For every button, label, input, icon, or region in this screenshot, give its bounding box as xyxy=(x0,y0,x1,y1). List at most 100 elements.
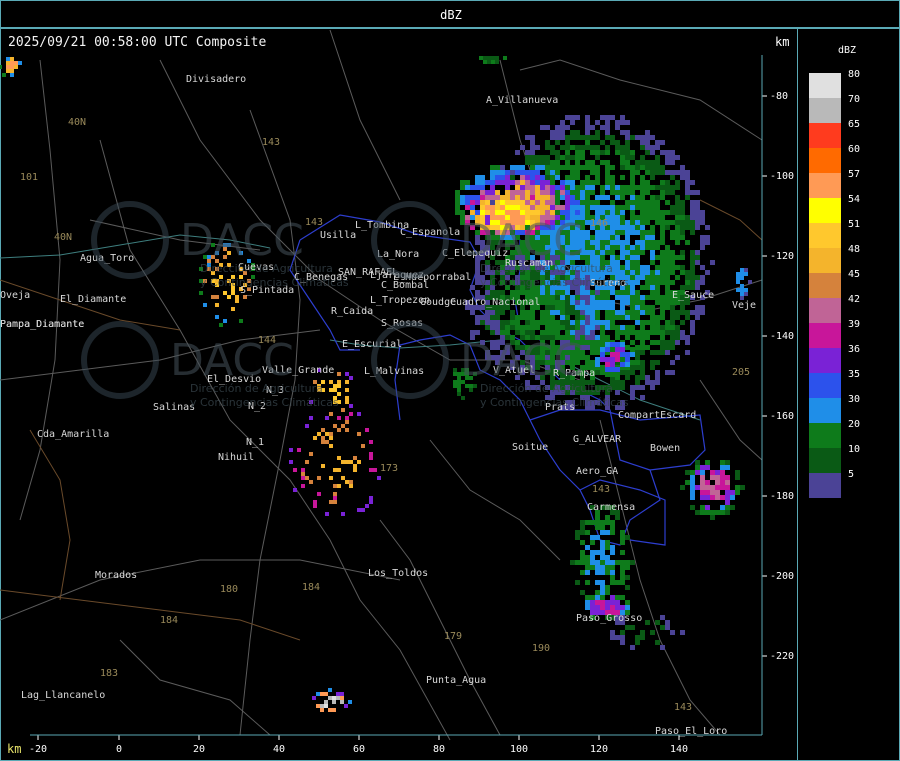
echo-cell xyxy=(341,408,345,412)
echo-cell xyxy=(695,215,700,220)
echo-cell xyxy=(475,290,480,295)
echo-cell xyxy=(645,280,650,285)
echo-cell xyxy=(545,165,550,170)
echo-cell xyxy=(520,145,525,150)
echo-cell xyxy=(620,565,625,570)
echo-cell xyxy=(630,185,635,190)
echo-cell xyxy=(625,200,630,205)
place-label: Pampa_Diamante xyxy=(0,319,84,330)
echo-cell xyxy=(610,220,615,225)
echo-cell xyxy=(640,265,645,270)
echo-cell xyxy=(700,215,705,220)
echo-cell xyxy=(369,452,373,456)
echo-cell xyxy=(630,395,635,400)
echo-cell xyxy=(700,240,705,245)
echo-cell xyxy=(570,115,575,120)
echo-cell xyxy=(231,307,235,311)
legend-swatch-10 xyxy=(809,448,841,473)
echo-cell xyxy=(490,320,495,325)
echo-cell xyxy=(510,315,515,320)
echo-cell xyxy=(595,300,600,305)
echo-cell xyxy=(545,180,550,185)
legend-swatch-5 xyxy=(809,473,841,498)
echo-cell xyxy=(595,570,600,575)
echo-cell xyxy=(600,525,605,530)
echo-cell xyxy=(670,190,675,195)
echo-cell xyxy=(550,170,555,175)
echo-cell xyxy=(610,362,615,367)
echo-cell xyxy=(610,290,615,295)
echo-cell xyxy=(660,350,665,355)
echo-cell xyxy=(570,145,575,150)
echo-cell xyxy=(580,190,585,195)
echo-cell xyxy=(635,360,640,365)
echo-cell xyxy=(345,416,349,420)
echo-cell xyxy=(620,115,625,120)
route-label: 143 xyxy=(305,217,323,228)
echo-cell xyxy=(590,160,595,165)
echo-cell xyxy=(660,195,665,200)
echo-cell xyxy=(590,550,595,555)
echo-cell xyxy=(610,635,615,640)
place-label: Veje xyxy=(732,300,756,311)
echo-cell xyxy=(565,155,570,160)
echo-cell xyxy=(655,195,660,200)
echo-cell xyxy=(235,295,239,299)
echo-cell xyxy=(535,190,540,195)
echo-cell xyxy=(324,700,328,704)
echo-cell xyxy=(595,520,600,525)
echo-cell xyxy=(605,180,610,185)
echo-cell xyxy=(585,250,590,255)
echo-cell xyxy=(485,195,490,200)
echo-cell xyxy=(595,340,600,345)
echo-cell xyxy=(645,310,650,315)
echo-cell xyxy=(645,620,650,625)
echo-cell xyxy=(469,388,473,392)
echo-cell xyxy=(345,420,349,424)
echo-cell xyxy=(615,195,620,200)
echo-cell xyxy=(695,260,700,265)
echo-cell xyxy=(640,190,645,195)
echo-cell xyxy=(605,135,610,140)
place-label: Divisadero xyxy=(186,74,246,85)
echo-cell xyxy=(610,255,615,260)
echo-cell xyxy=(705,225,710,230)
legend-swatch-60 xyxy=(809,148,841,173)
echo-cell xyxy=(530,135,535,140)
echo-cell xyxy=(580,180,585,185)
echo-cell xyxy=(485,180,490,185)
echo-cell xyxy=(615,215,620,220)
echo-cell xyxy=(590,335,595,340)
radar-map[interactable]: DivisaderoA_VillanuevaL_TombinaUsilla C_E… xyxy=(0,0,900,761)
echo-cell xyxy=(670,315,675,320)
echo-cell xyxy=(520,175,525,180)
echo-cell xyxy=(361,508,365,512)
echo-cell xyxy=(337,384,341,388)
echo-cell xyxy=(485,290,490,295)
echo-cell xyxy=(575,530,580,535)
echo-cell xyxy=(333,484,337,488)
echo-cell xyxy=(655,145,660,150)
echo-cell xyxy=(491,56,495,60)
echo-cell xyxy=(625,225,630,230)
echo-cell xyxy=(645,330,650,335)
echo-cell xyxy=(570,310,575,315)
echo-cell xyxy=(655,290,660,295)
echo-cell xyxy=(595,150,600,155)
echo-cell xyxy=(640,305,645,310)
echo-cell xyxy=(580,305,585,310)
y-tick-label: -220 xyxy=(770,651,794,662)
echo-cell xyxy=(690,280,695,285)
echo-cell xyxy=(480,200,485,205)
echo-cell xyxy=(615,560,620,565)
echo-cell xyxy=(610,570,615,575)
echo-cell xyxy=(620,330,625,335)
echo-cell xyxy=(665,245,670,250)
echo-cell xyxy=(525,170,530,175)
echo-cell xyxy=(615,125,620,130)
echo-cell xyxy=(575,300,580,305)
km-unit-label: km xyxy=(775,35,790,49)
echo-cell xyxy=(630,215,635,220)
echo-cell xyxy=(550,305,555,310)
echo-cell xyxy=(625,352,630,357)
